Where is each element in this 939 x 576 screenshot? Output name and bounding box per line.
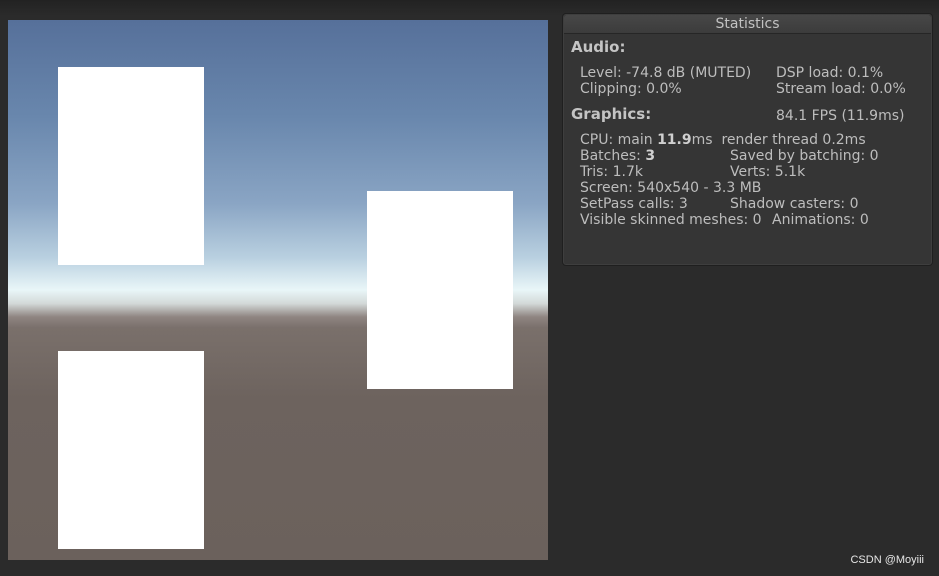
cpu-prefix: CPU: main xyxy=(580,132,658,148)
audio-level: Level: -74.8 dB (MUTED) xyxy=(580,65,752,81)
audio-stream-load: Stream load: 0.0% xyxy=(776,81,906,97)
cpu-main-ms: 11.9 xyxy=(657,132,692,148)
graphics-tris: Tris: 1.7k xyxy=(580,164,643,180)
white-quad-bottom-left xyxy=(58,351,204,549)
statistics-title: Statistics xyxy=(564,15,931,34)
graphics-setpass-calls: SetPass calls: 3 xyxy=(580,196,688,212)
graphics-screen: Screen: 540x540 - 3.3 MB xyxy=(580,180,762,196)
batches-value: 3 xyxy=(645,148,656,164)
graphics-visible-skinned-meshes: Visible skinned meshes: 0 xyxy=(580,212,762,228)
audio-clipping: Clipping: 0.0% xyxy=(580,81,682,97)
graphics-heading: Graphics: xyxy=(571,105,652,123)
unity-game-window: Statistics Audio: Level: -74.8 dB (MUTED… xyxy=(0,0,939,576)
white-quad-right xyxy=(367,191,513,389)
watermark-text: CSDN @Moyiii xyxy=(850,554,924,566)
audio-dsp-load: DSP load: 0.1% xyxy=(776,65,884,81)
game-view-viewport[interactable] xyxy=(8,20,548,560)
graphics-shadow-casters: Shadow casters: 0 xyxy=(730,196,859,212)
statistics-panel: Statistics Audio: Level: -74.8 dB (MUTED… xyxy=(562,13,933,266)
batches-label: Batches: xyxy=(580,148,646,164)
graphics-fps: 84.1 FPS (11.9ms) xyxy=(776,108,905,124)
audio-heading: Audio: xyxy=(571,38,626,56)
graphics-animations: Animations: 0 xyxy=(772,212,869,228)
graphics-verts: Verts: 5.1k xyxy=(730,164,806,180)
graphics-batches: Batches: 3 xyxy=(580,148,655,164)
cpu-suffix: ms render thread 0.2ms xyxy=(691,132,866,148)
white-quad-top-left xyxy=(58,67,204,265)
graphics-saved-by-batching: Saved by batching: 0 xyxy=(730,148,879,164)
graphics-cpu: CPU: main 11.9ms render thread 0.2ms xyxy=(580,132,866,148)
